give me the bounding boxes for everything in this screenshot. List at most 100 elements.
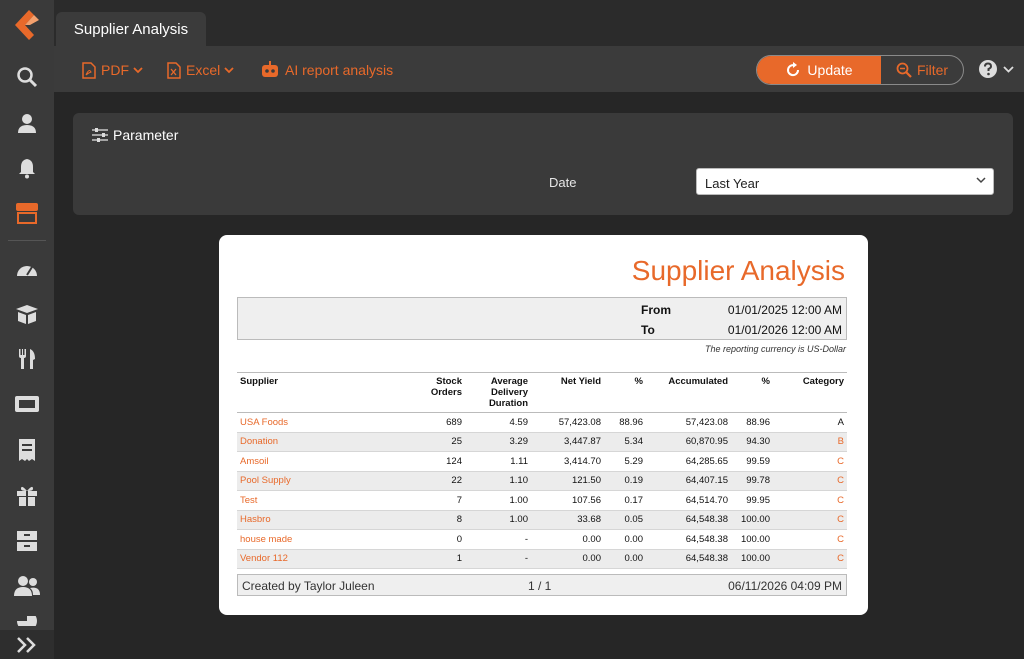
cell-orders: 689 bbox=[407, 412, 465, 433]
cell-net: 3,414.70 bbox=[531, 451, 604, 472]
parameter-panel: Parameter Date Last Year bbox=[73, 113, 1013, 215]
cell-accpct: 100.00 bbox=[731, 529, 773, 550]
table-row: Test 7 1.00 107.56 0.17 64,514.70 99.95 … bbox=[237, 490, 847, 511]
sidebar bbox=[0, 0, 54, 659]
supplier-link[interactable]: Hasbro bbox=[237, 510, 407, 530]
supplier-link[interactable]: Donation bbox=[237, 432, 407, 452]
cell-acc: 64,548.38 bbox=[646, 510, 731, 530]
chevron-down-icon bbox=[1003, 65, 1014, 73]
pdf-export-button[interactable]: PDF bbox=[82, 59, 148, 81]
update-button[interactable]: Update bbox=[757, 56, 881, 84]
date-select[interactable]: Last Year bbox=[696, 168, 994, 195]
cell-acc: 64,548.38 bbox=[646, 549, 731, 569]
from-label: From bbox=[641, 303, 671, 317]
sidebar-divider bbox=[8, 240, 46, 241]
cell-category: C bbox=[773, 549, 847, 569]
cell-net: 3,447.87 bbox=[531, 432, 604, 452]
sliders-icon bbox=[92, 128, 108, 142]
cell-acc: 64,548.38 bbox=[646, 529, 731, 550]
tab-supplier-analysis[interactable]: Supplier Analysis bbox=[56, 12, 206, 46]
help-icon bbox=[979, 60, 997, 78]
date-label: Date bbox=[549, 175, 577, 190]
cell-acc: 60,870.95 bbox=[646, 432, 731, 452]
table-row: Vendor 112 1 - 0.00 0.00 64,548.38 100.0… bbox=[237, 549, 847, 569]
cell-accpct: 88.96 bbox=[731, 412, 773, 433]
cell-pct: 0.00 bbox=[604, 549, 646, 569]
supplier-link[interactable]: Amsoil bbox=[237, 451, 407, 472]
col-net-yield: Net Yield bbox=[531, 372, 604, 413]
cell-acc: 64,514.70 bbox=[646, 490, 731, 511]
supplier-link[interactable]: Vendor 112 bbox=[237, 549, 407, 569]
gift-icon[interactable] bbox=[0, 480, 54, 510]
cell-pct: 0.05 bbox=[604, 510, 646, 530]
col-average-delivery-duration: Average Delivery Duration bbox=[465, 372, 531, 413]
expand-sidebar-icon[interactable] bbox=[0, 630, 54, 659]
col-category: Category bbox=[773, 372, 847, 413]
chevron-down-icon bbox=[224, 66, 234, 73]
cell-pct: 88.96 bbox=[604, 412, 646, 433]
robot-icon bbox=[262, 61, 278, 77]
report-date-range: From 01/01/2025 12:00 AM To 01/01/2026 1… bbox=[237, 297, 847, 340]
cell-orders: 22 bbox=[407, 471, 465, 491]
table-header-row: Supplier Stock Orders Average Delivery Dura… bbox=[237, 372, 847, 413]
cell-category: C bbox=[773, 490, 847, 511]
cell-orders: 25 bbox=[407, 432, 465, 452]
table-row: Hasbro 8 1.00 33.68 0.05 64,548.38 100.0… bbox=[237, 510, 847, 530]
table-row: house made 0 - 0.00 0.00 64,548.38 100.0… bbox=[237, 529, 847, 550]
ticket-icon[interactable] bbox=[0, 389, 54, 419]
utensils-icon[interactable] bbox=[0, 344, 54, 374]
search-icon[interactable] bbox=[0, 62, 54, 92]
col-supplier: Supplier bbox=[237, 372, 407, 413]
bell-icon[interactable] bbox=[0, 153, 54, 183]
page-indicator: 1 / 1 bbox=[528, 579, 552, 593]
cell-orders: 124 bbox=[407, 451, 465, 472]
col-accumulated-percent: % bbox=[731, 372, 773, 413]
currency-note: The reporting currency is US-Dollar bbox=[704, 344, 846, 354]
pdf-label: PDF bbox=[101, 62, 129, 78]
cell-acc: 64,407.15 bbox=[646, 471, 731, 491]
cell-avg: 1.10 bbox=[465, 471, 531, 491]
cell-avg: 1.11 bbox=[465, 451, 531, 472]
receipt-icon[interactable] bbox=[0, 435, 54, 465]
ai-report-analysis-button[interactable]: AI report analysis bbox=[260, 59, 393, 81]
excel-export-button[interactable]: Excel bbox=[167, 59, 239, 81]
cell-category: B bbox=[773, 432, 847, 452]
supplier-link[interactable]: house made bbox=[237, 529, 407, 550]
package-icon[interactable] bbox=[0, 299, 54, 329]
update-filter-group: Update Filter bbox=[756, 55, 964, 85]
archive-icon[interactable] bbox=[0, 526, 54, 556]
report-title: Supplier Analysis bbox=[631, 255, 845, 286]
cell-category: C bbox=[773, 471, 847, 491]
cell-net: 0.00 bbox=[531, 529, 604, 550]
cell-orders: 7 bbox=[407, 490, 465, 511]
dashboard-gauge-icon[interactable] bbox=[0, 254, 54, 284]
cell-avg: 3.29 bbox=[465, 432, 531, 452]
cell-avg: 1.00 bbox=[465, 510, 531, 530]
cell-avg: 1.00 bbox=[465, 490, 531, 511]
cell-acc: 57,423.08 bbox=[646, 412, 731, 433]
cell-accpct: 99.78 bbox=[731, 471, 773, 491]
cell-category: C bbox=[773, 510, 847, 530]
cell-accpct: 99.59 bbox=[731, 451, 773, 472]
store-icon[interactable] bbox=[0, 198, 54, 228]
supplier-link[interactable]: Pool Supply bbox=[237, 471, 407, 491]
cell-avg: - bbox=[465, 549, 531, 569]
chart-icon[interactable] bbox=[0, 616, 54, 626]
users-icon[interactable] bbox=[0, 571, 54, 601]
filter-button[interactable]: Filter bbox=[881, 56, 963, 84]
table-row: Donation 25 3.29 3,447.87 5.34 60,870.95… bbox=[237, 432, 847, 452]
app-logo-icon[interactable] bbox=[0, 10, 54, 40]
cell-category: C bbox=[773, 451, 847, 472]
cell-acc: 64,285.65 bbox=[646, 451, 731, 472]
cell-pct: 5.29 bbox=[604, 451, 646, 472]
cell-net: 107.56 bbox=[531, 490, 604, 511]
created-by: Created by Taylor Juleen bbox=[242, 579, 375, 593]
cell-orders: 0 bbox=[407, 529, 465, 550]
cell-net: 121.50 bbox=[531, 471, 604, 491]
supplier-link[interactable]: Test bbox=[237, 490, 407, 511]
user-icon[interactable] bbox=[0, 108, 54, 138]
cell-pct: 0.19 bbox=[604, 471, 646, 491]
help-menu-button[interactable] bbox=[978, 59, 1014, 79]
table-row: USA Foods 689 4.59 57,423.08 88.96 57,42… bbox=[237, 412, 847, 433]
supplier-link[interactable]: USA Foods bbox=[237, 412, 407, 433]
